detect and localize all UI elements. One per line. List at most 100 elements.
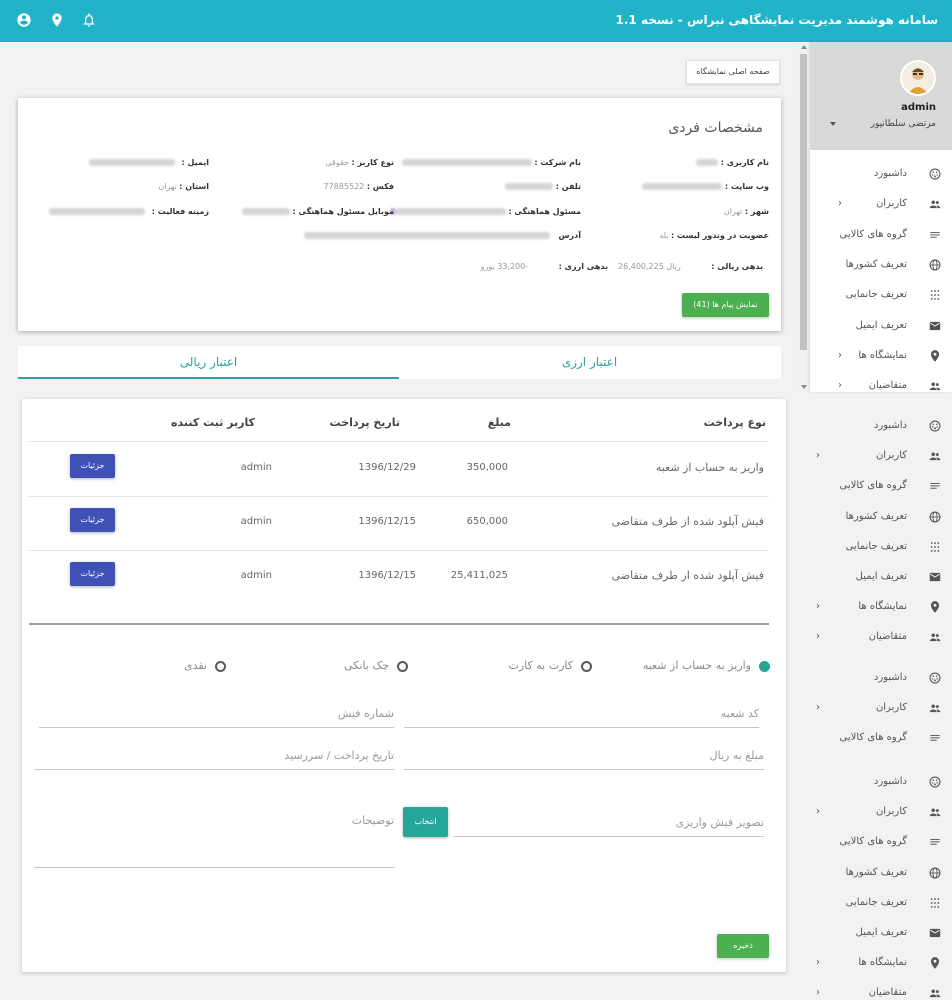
user-menu-caret-icon[interactable] bbox=[830, 122, 836, 126]
cell-user: admin bbox=[240, 462, 272, 473]
nav-menu-repeat-1: داشبورد کاربران ‹ گروه های کالایی تعریف کشور… bbox=[810, 412, 952, 652]
chevron-left-icon[interactable]: ‹ bbox=[838, 380, 842, 391]
chevron-left-icon[interactable]: ‹ bbox=[816, 806, 820, 817]
sidebar-scrollbar[interactable] bbox=[797, 42, 810, 392]
user-panel: admin مرتضی سلطانپور bbox=[810, 42, 952, 150]
payment-date-input[interactable]: تاریخ پرداخت / سررسید bbox=[34, 741, 394, 770]
location-pin-icon bbox=[930, 957, 940, 970]
menu-repeat-item[interactable]: کاربران ‹ bbox=[810, 442, 952, 472]
menu-repeat-item[interactable]: گروه های کالایی bbox=[810, 472, 952, 502]
menu-repeat-item-label: تعریف جانمایی bbox=[845, 896, 907, 908]
scroll-down-arrow-icon[interactable] bbox=[801, 385, 807, 389]
app-title: سامانه هوشمند مدیریت نمایشگاهی نبراس - ن… bbox=[615, 13, 938, 27]
menu-repeat-item[interactable]: داشبورد bbox=[810, 768, 952, 798]
menu-repeat-item[interactable]: نمایشگاه ها ‹ bbox=[810, 949, 952, 979]
tab-currency-credit[interactable]: اعتبار ارزی bbox=[399, 346, 780, 379]
menu-repeat-item[interactable]: کاربران ‹ bbox=[810, 694, 952, 724]
col-header-date: تاریخ پرداخت bbox=[329, 416, 400, 429]
sidebar-menu-item[interactable]: کاربران ‹ bbox=[810, 190, 952, 220]
menu-repeat-item[interactable]: تعریف جانمایی bbox=[810, 889, 952, 919]
details-button[interactable]: جزئیات bbox=[70, 508, 115, 532]
chevron-left-icon[interactable]: ‹ bbox=[838, 350, 842, 361]
radio-dot bbox=[759, 660, 770, 672]
user-photo-icon bbox=[902, 62, 934, 94]
menu-repeat-item[interactable]: تعریف کشورها bbox=[810, 503, 952, 533]
menu-repeat-item-label: تعریف کشورها bbox=[845, 510, 907, 522]
profile-card: مشخصات فردی نام کاربری : نام شرکت : نوع … bbox=[18, 98, 781, 331]
top-app-bar: سامانه هوشمند مدیریت نمایشگاهی نبراس - ن… bbox=[0, 0, 952, 42]
sidebar-menu-item[interactable]: گروه های کالایی bbox=[810, 221, 952, 251]
sidebar-menu-item-label: تعریف جانمایی bbox=[845, 289, 907, 301]
sidebar-menu-item[interactable]: تعریف کشورها bbox=[810, 251, 952, 281]
globe-icon bbox=[929, 867, 941, 879]
chevron-left-icon[interactable]: ‹ bbox=[816, 957, 820, 968]
menu-repeat-item[interactable]: گروه های کالایی bbox=[810, 828, 952, 858]
menu-repeat-item[interactable]: تعریف ایمیل bbox=[810, 563, 952, 593]
sidebar-menu-item-label: نمایشگاه ها bbox=[858, 349, 907, 361]
menu-repeat-item[interactable]: متقاضیان ‹ bbox=[810, 623, 952, 653]
scrollbar-thumb[interactable] bbox=[800, 54, 807, 350]
list-icon bbox=[930, 735, 940, 742]
radio-bank-check[interactable]: چک بانکی bbox=[344, 659, 408, 672]
sidebar-full-name[interactable]: مرتضی سلطانپور bbox=[871, 119, 936, 129]
sidebar-menu-item-label: داشبورد bbox=[873, 168, 907, 179]
menu-repeat-item[interactable]: گروه های کالایی bbox=[810, 724, 952, 754]
description-textarea[interactable]: توضیحات bbox=[34, 807, 394, 868]
sidebar-username: admin bbox=[901, 102, 936, 113]
menu-repeat-item-label: متقاضیان bbox=[868, 631, 907, 643]
profile-card-title: مشخصات فردی bbox=[668, 120, 763, 136]
rial-credit-panel: نوع پرداخت مبلغ تاریخ پرداخت کاربر ثبت ک… bbox=[22, 399, 786, 972]
radio-card-to-card[interactable]: کارت به کارت bbox=[509, 659, 592, 672]
chevron-left-icon[interactable]: ‹ bbox=[816, 601, 820, 612]
tab-rial-credit[interactable]: اعتبار ریالی bbox=[18, 346, 399, 379]
menu-repeat-item[interactable]: کاربران ‹ bbox=[810, 798, 952, 828]
menu-repeat-item[interactable]: داشبورد bbox=[810, 664, 952, 694]
details-button[interactable]: جزئیات bbox=[70, 454, 115, 478]
chevron-left-icon[interactable]: ‹ bbox=[816, 987, 820, 998]
sidebar-menu-item[interactable]: تعریف جانمایی bbox=[810, 281, 952, 311]
chevron-left-icon[interactable]: ‹ bbox=[838, 198, 842, 209]
exhibition-home-button[interactable]: صفحه اصلی نمایشگاه bbox=[686, 60, 780, 84]
users-icon bbox=[929, 808, 941, 817]
radio-branch-deposit[interactable]: واریز به حساب از شعبه bbox=[643, 659, 770, 672]
details-button[interactable]: جزئیات bbox=[70, 562, 115, 586]
menu-repeat-item[interactable]: نمایشگاه ها ‹ bbox=[810, 593, 952, 623]
scroll-up-arrow-icon[interactable] bbox=[801, 45, 807, 49]
sidebar-menu-item[interactable]: نمایشگاه ها ‹ bbox=[810, 342, 952, 372]
sidebar-menu-item[interactable]: تعریف ایمیل bbox=[810, 312, 952, 342]
bell-icon[interactable] bbox=[81, 12, 97, 28]
receipt-number-input[interactable]: شماره فیش bbox=[39, 699, 394, 728]
save-button[interactable]: ذخیره bbox=[717, 934, 769, 958]
chevron-left-icon[interactable]: ‹ bbox=[816, 702, 820, 713]
globe-icon bbox=[929, 511, 941, 523]
location-pin-icon[interactable] bbox=[49, 12, 65, 28]
menu-repeat-item[interactable]: تعریف کشورها bbox=[810, 859, 952, 889]
chevron-left-icon[interactable]: ‹ bbox=[816, 631, 820, 642]
field-username: نام کاربری : bbox=[696, 158, 769, 167]
choose-file-button[interactable]: انتخاب bbox=[403, 807, 448, 837]
menu-repeat-item[interactable]: متقاضیان ‹ bbox=[810, 979, 952, 1000]
sidebar-menu-item-label: گروه های کالایی bbox=[839, 228, 907, 240]
field-phone: تلفن : bbox=[505, 182, 581, 191]
cell-payment-type: فیش آپلود شده از طرف متقاضی bbox=[611, 569, 764, 582]
active-tab-indicator bbox=[18, 377, 399, 379]
radio-cash[interactable]: نقدی bbox=[184, 659, 226, 672]
menu-repeat-item[interactable]: داشبورد bbox=[810, 412, 952, 442]
email-icon bbox=[929, 321, 941, 330]
cell-user: admin bbox=[240, 516, 272, 527]
sidebar-menu-item[interactable]: داشبورد bbox=[810, 160, 952, 190]
avatar[interactable] bbox=[900, 60, 936, 96]
menu-repeat-item[interactable]: تعریف جانمایی bbox=[810, 533, 952, 563]
menu-repeat-item[interactable]: تعریف ایمیل bbox=[810, 919, 952, 949]
branch-code-input[interactable]: کد شعبه bbox=[404, 699, 759, 728]
grid-dots-icon bbox=[930, 898, 940, 908]
account-circle-icon[interactable] bbox=[16, 12, 32, 28]
menu-repeat-item-label: گروه های کالایی bbox=[839, 836, 907, 848]
globe-icon bbox=[929, 259, 941, 271]
chevron-left-icon[interactable]: ‹ bbox=[816, 450, 820, 461]
amount-input[interactable]: مبلغ به ریال bbox=[404, 741, 764, 770]
show-messages-button[interactable]: نمایش پیام ها (41) bbox=[682, 293, 769, 317]
menu-repeat-item-label: نمایشگاه ها bbox=[858, 957, 907, 969]
receipt-image-input[interactable]: تصویر فیش واریزی bbox=[454, 807, 764, 837]
sidebar-menu-item[interactable]: متقاضیان ‹ bbox=[810, 372, 952, 392]
